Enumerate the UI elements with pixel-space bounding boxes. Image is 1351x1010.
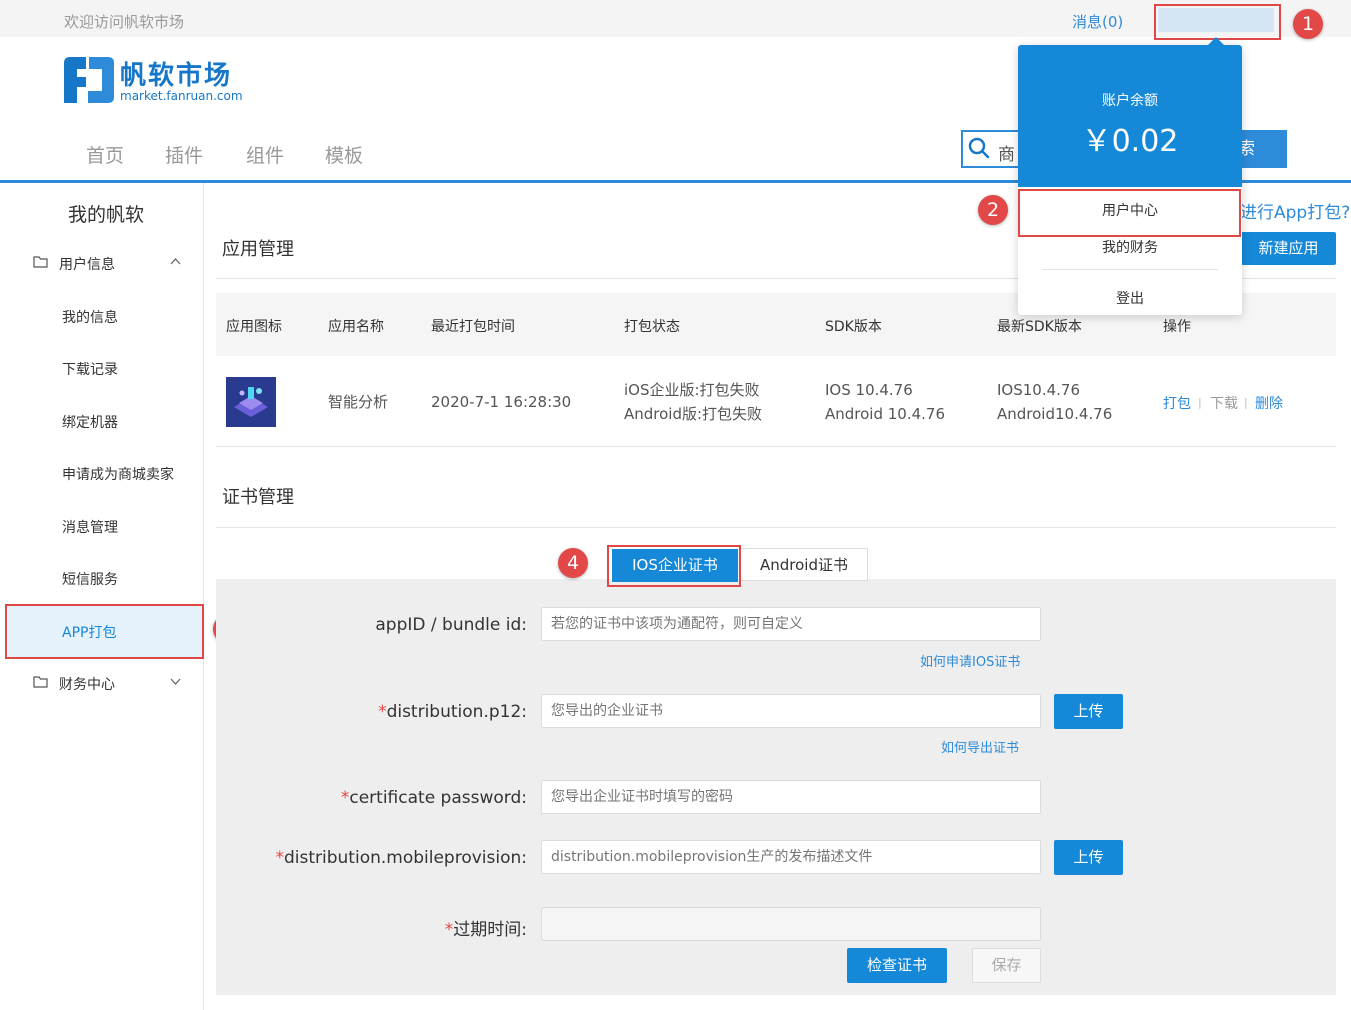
app-packaging-help-link[interactable]: 进行App打包? (1240, 198, 1350, 223)
messages-link[interactable]: 消息(0) (1072, 11, 1123, 32)
column-header: SDK版本 (825, 319, 882, 335)
column-header: 操作 (1163, 319, 1191, 335)
cert-password-input[interactable] (541, 780, 1041, 814)
upload-p12-button[interactable]: 上传 (1054, 694, 1123, 729)
callout-badge-1: 1 (1293, 9, 1323, 39)
appid-label: appID / bundle id: (375, 615, 527, 635)
op-separator: | (1244, 396, 1248, 409)
apply-ios-cert-link[interactable]: 如何申请IOS证书 (920, 651, 1020, 670)
search-placeholder: 商 (998, 145, 1015, 165)
expiry-label: *过期时间: (444, 920, 527, 940)
app-icon (226, 377, 276, 427)
column-header: 应用图标 (226, 319, 282, 335)
mobileprovision-input[interactable] (541, 840, 1041, 874)
sidebar-item-become-seller[interactable]: 申请成为商城卖家 (62, 464, 174, 484)
sidebar-item-messages[interactable]: 消息管理 (62, 517, 118, 537)
check-cert-button[interactable]: 检查证书 (847, 948, 947, 983)
welcome-text: 欢迎访问帆软市场 (64, 13, 185, 31)
op-separator: | (1198, 396, 1202, 409)
callout-badge-2: 2 (978, 195, 1008, 225)
folder-icon (33, 676, 48, 688)
callout-box-1 (1154, 4, 1281, 40)
sidebar-item-downloads[interactable]: 下载记录 (62, 359, 118, 379)
delete-button[interactable]: 删除 (1255, 393, 1283, 413)
app-name: 智能分析 (328, 393, 389, 411)
menu-logout[interactable]: 登出 (1018, 288, 1242, 308)
nav-home[interactable]: 首页 (86, 141, 124, 168)
new-app-button[interactable]: 新建应用 (1241, 232, 1336, 265)
fanruan-logo-icon (64, 57, 114, 103)
sdk-version-ios: IOS 10.4.76 (825, 381, 913, 399)
logo-name[interactable]: 帆软市场 (120, 55, 232, 92)
logo-url: market.fanruan.com (120, 89, 243, 103)
save-button: 保存 (972, 948, 1041, 983)
p12-input[interactable] (541, 694, 1041, 728)
p12-label: *distribution.p12: (378, 702, 527, 722)
sidebar-title: 我的帆软 (68, 204, 145, 226)
pack-button[interactable]: 打包 (1163, 393, 1191, 413)
column-header: 应用名称 (328, 319, 384, 335)
chevron-up-icon[interactable] (170, 257, 181, 265)
expiry-input (541, 907, 1041, 941)
cert-management-title: 证书管理 (222, 487, 294, 508)
appid-input[interactable] (541, 607, 1041, 641)
upload-mobileprovision-button[interactable]: 上传 (1054, 840, 1123, 875)
menu-my-finance[interactable]: 我的财务 (1018, 237, 1242, 257)
sidebar-item-bind-machine[interactable]: 绑定机器 (62, 412, 118, 432)
top-bar (0, 0, 1351, 37)
export-cert-link[interactable]: 如何导出证书 (941, 737, 1019, 756)
sidebar-group-finance[interactable]: 财务中心 (59, 674, 115, 694)
column-header: 最新SDK版本 (997, 319, 1082, 335)
column-header: 最近打包时间 (431, 319, 515, 335)
search-icon (968, 137, 990, 159)
latest-sdk-android: Android10.4.76 (997, 405, 1113, 423)
sidebar-group-user-info[interactable]: 用户信息 (59, 254, 115, 274)
balance-value: ￥0.02 (1081, 124, 1179, 159)
cert-password-label: *certificate password: (340, 788, 527, 808)
pack-time: 2020-7-1 16:28:30 (431, 393, 572, 411)
menu-divider (1042, 269, 1218, 270)
mobileprovision-label: *distribution.mobileprovision: (275, 848, 527, 868)
nav-templates[interactable]: 模板 (325, 141, 363, 168)
balance-label: 账户余额 (1102, 93, 1158, 109)
divider (216, 446, 1336, 447)
column-header: 打包状态 (624, 319, 680, 335)
dropdown-arrow (1208, 37, 1224, 45)
download-button[interactable]: 下载 (1210, 393, 1238, 413)
sdk-version-android: Android 10.4.76 (825, 405, 946, 423)
callout-box-3 (5, 604, 204, 659)
nav-plugins[interactable]: 插件 (165, 141, 203, 168)
nav-components[interactable]: 组件 (246, 141, 284, 168)
app-management-title: 应用管理 (222, 239, 294, 260)
pack-status-ios: iOS企业版:打包失败 (624, 381, 760, 399)
pack-status-android: Android版:打包失败 (624, 405, 763, 423)
callout-box-4 (607, 545, 741, 587)
callout-badge-4: 4 (558, 548, 588, 578)
sidebar-item-my-info[interactable]: 我的信息 (62, 307, 118, 327)
tab-android-cert[interactable]: Android证书 (740, 548, 868, 581)
divider (216, 527, 1336, 528)
callout-box-2 (1018, 189, 1241, 237)
sidebar-item-sms[interactable]: 短信服务 (62, 569, 118, 589)
latest-sdk-ios: IOS10.4.76 (997, 381, 1081, 399)
folder-icon (33, 256, 48, 268)
chevron-down-icon[interactable] (170, 678, 181, 686)
